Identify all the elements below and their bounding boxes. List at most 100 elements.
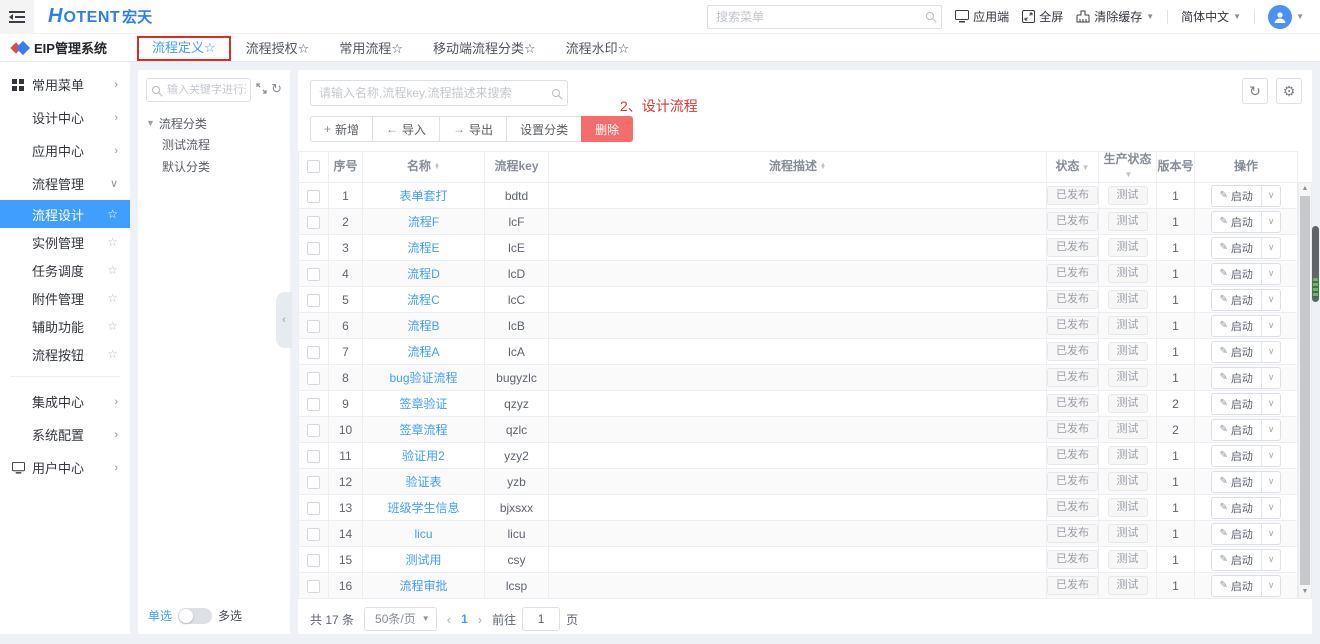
delete-button[interactable]: 删除: [581, 116, 633, 142]
chevron-down-icon[interactable]: ∨: [1262, 476, 1281, 487]
tab-common-process[interactable]: 常用流程☆: [327, 34, 415, 61]
process-search-input[interactable]: [310, 80, 568, 106]
scroll-up-icon[interactable]: ▲: [1299, 183, 1311, 195]
process-name-link[interactable]: 流程C: [407, 293, 440, 307]
language-selector[interactable]: 简体中文 ▼: [1181, 8, 1241, 25]
start-button[interactable]: ✎启动∨: [1211, 393, 1282, 415]
page-size-select[interactable]: 50条/页 ▼: [364, 607, 437, 631]
export-button[interactable]: → 导出: [439, 116, 507, 142]
sidebar-item-system-config[interactable]: 系统配置 ›: [0, 418, 130, 451]
chevron-down-icon[interactable]: ∨: [1262, 554, 1281, 565]
row-checkbox[interactable]: [307, 242, 320, 255]
row-checkbox[interactable]: [307, 502, 320, 515]
tree-filter-input[interactable]: [146, 78, 251, 102]
menu-search-input[interactable]: [707, 5, 942, 29]
refresh-button[interactable]: ↻: [1242, 78, 1268, 104]
tab-process-watermark[interactable]: 流程水印☆: [554, 34, 642, 61]
row-checkbox[interactable]: [307, 424, 320, 437]
row-checkbox[interactable]: [307, 294, 320, 307]
start-button[interactable]: ✎启动∨: [1211, 341, 1282, 363]
row-checkbox[interactable]: [307, 372, 320, 385]
avatar[interactable]: [1268, 5, 1292, 29]
row-checkbox[interactable]: [307, 268, 320, 281]
star-icon[interactable]: ☆: [107, 347, 118, 361]
col-header-desc[interactable]: 流程描述▲▼: [549, 152, 1047, 183]
sidebar-item-app-center[interactable]: 应用中心 ›: [0, 134, 130, 167]
next-page-button[interactable]: ›: [478, 612, 482, 627]
col-header-status[interactable]: 状态▼: [1047, 152, 1099, 183]
start-button[interactable]: ✎启动∨: [1211, 211, 1282, 233]
user-menu[interactable]: ▼: [1268, 5, 1304, 29]
filter-caret-icon[interactable]: ▼: [1125, 170, 1133, 179]
sidebar-item-attachment-management[interactable]: 附件管理 ☆: [0, 284, 130, 312]
clear-cache-button[interactable]: 清除缓存 ▼: [1076, 8, 1154, 25]
start-button[interactable]: ✎启动∨: [1211, 523, 1282, 545]
row-checkbox[interactable]: [307, 450, 320, 463]
start-button[interactable]: ✎启动∨: [1211, 315, 1282, 337]
chevron-down-icon[interactable]: ∨: [1262, 294, 1281, 305]
collapse-tree-handle[interactable]: ‹: [276, 292, 292, 348]
start-button[interactable]: ✎启动∨: [1211, 497, 1282, 519]
chevron-down-icon[interactable]: ∨: [1262, 502, 1281, 513]
process-name-link[interactable]: bug验证流程: [389, 371, 457, 385]
tree-node-default-category[interactable]: 默认分类: [146, 156, 282, 178]
process-name-link[interactable]: 流程F: [408, 215, 439, 229]
settings-button[interactable]: ⚙: [1276, 78, 1302, 104]
sidebar-item-common-menu[interactable]: 常用菜单 ›: [0, 68, 130, 101]
sidebar-item-process-buttons[interactable]: 流程按钮 ☆: [0, 340, 130, 368]
current-page[interactable]: 1: [461, 612, 468, 626]
collapse-sidebar-button[interactable]: [0, 0, 34, 34]
chevron-down-icon[interactable]: ∨: [1262, 346, 1281, 357]
start-button[interactable]: ✎启动∨: [1211, 549, 1282, 571]
scrollbar-thumb[interactable]: [1300, 196, 1310, 585]
process-name-link[interactable]: 班级学生信息: [387, 501, 459, 515]
star-icon[interactable]: ☆: [107, 235, 118, 249]
chevron-down-icon[interactable]: ∨: [1262, 580, 1281, 591]
col-header-prod-status[interactable]: 生产状态▼: [1099, 152, 1157, 183]
process-name-link[interactable]: 表单套打: [399, 189, 447, 203]
start-button[interactable]: ✎启动∨: [1211, 575, 1282, 597]
goto-page-input[interactable]: [522, 607, 560, 631]
chevron-down-icon[interactable]: ∨: [1262, 268, 1281, 279]
sidebar-item-task-scheduling[interactable]: 任务调度 ☆: [0, 256, 130, 284]
sidebar-item-user-center[interactable]: 用户中心 ›: [0, 451, 130, 484]
process-name-link[interactable]: 流程D: [407, 267, 440, 281]
process-name-link[interactable]: 签章验证: [399, 397, 447, 411]
expand-icon[interactable]: [256, 83, 267, 97]
start-button[interactable]: ✎启动∨: [1211, 367, 1282, 389]
star-icon[interactable]: ☆: [107, 319, 118, 333]
sidebar-item-auxiliary-functions[interactable]: 辅助功能 ☆: [0, 312, 130, 340]
chevron-down-icon[interactable]: ∨: [1262, 190, 1281, 201]
process-name-link[interactable]: 测试用: [405, 553, 441, 567]
start-button[interactable]: ✎启动∨: [1211, 445, 1282, 467]
row-checkbox[interactable]: [307, 580, 320, 593]
sidebar-item-process-design[interactable]: 流程设计 ☆: [0, 200, 130, 228]
tab-process-authorization[interactable]: 流程授权☆: [234, 34, 322, 61]
chevron-down-icon[interactable]: ∨: [1262, 216, 1281, 227]
scroll-down-icon[interactable]: ▼: [1299, 586, 1311, 598]
filter-caret-icon[interactable]: ▼: [1082, 163, 1090, 172]
sidebar-item-design-center[interactable]: 设计中心 ›: [0, 101, 130, 134]
row-checkbox[interactable]: [307, 216, 320, 229]
start-button[interactable]: ✎启动∨: [1211, 471, 1282, 493]
sidebar-item-process-management[interactable]: 流程管理 ∨: [0, 167, 130, 200]
process-name-link[interactable]: 流程E: [407, 241, 439, 255]
select-all-checkbox[interactable]: [307, 160, 320, 173]
col-header-name[interactable]: 名称▲▼: [363, 152, 485, 183]
caret-down-icon[interactable]: ▼: [146, 118, 155, 128]
add-button[interactable]: + 新增: [310, 116, 373, 142]
process-name-link[interactable]: 流程B: [407, 319, 439, 333]
tree-node-root[interactable]: ▼ 流程分类: [146, 112, 282, 134]
tab-mobile-process-category[interactable]: 移动端流程分类☆: [421, 34, 548, 61]
star-icon[interactable]: ☆: [107, 291, 118, 305]
process-name-link[interactable]: 验证用2: [402, 449, 445, 463]
row-checkbox[interactable]: [307, 398, 320, 411]
process-name-link[interactable]: 验证表: [405, 475, 441, 489]
chevron-down-icon[interactable]: ∨: [1262, 424, 1281, 435]
start-button[interactable]: ✎启动∨: [1211, 289, 1282, 311]
row-checkbox[interactable]: [307, 190, 320, 203]
set-category-button[interactable]: 设置分类: [506, 116, 582, 142]
app-client-button[interactable]: 应用端: [955, 8, 1009, 25]
table-scrollbar[interactable]: ▲ ▼: [1298, 182, 1312, 599]
sort-icon[interactable]: ▲▼: [434, 164, 440, 171]
